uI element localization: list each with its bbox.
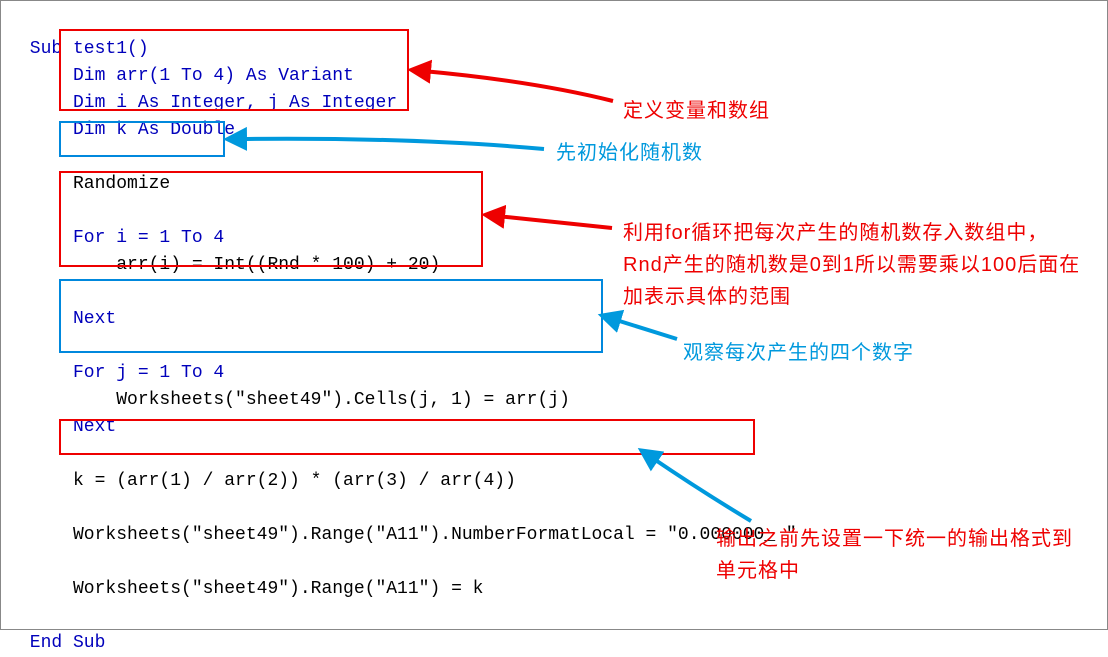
code-line: Dim i As Integer, j As Integer: [19, 93, 397, 113]
code-line: Next: [19, 309, 116, 329]
code-line: arr(i) = Int((Rnd * 100) + 20): [19, 255, 440, 275]
annotation-init-random: 先初始化随机数: [556, 137, 703, 169]
annotation-output-format: 输出之前先设置一下统一的输出格式到单元格中: [716, 523, 1076, 587]
code-line: Randomize: [19, 174, 170, 194]
annotation-for-loop: 利用for循环把每次产生的随机数存入数组中，Rnd产生的随机数是0到1所以需要乘…: [623, 217, 1083, 313]
annotation-observe: 观察每次产生的四个数字: [683, 337, 914, 369]
code-line: End Sub: [19, 633, 105, 653]
code-line: Worksheets("sheet49").Range("A11") = k: [19, 579, 483, 599]
code-line: k = (arr(1) / arr(2)) * (arr(3) / arr(4)…: [19, 471, 516, 491]
code-line: Worksheets("sheet49").Range("A11").Numbe…: [19, 525, 797, 545]
code-line: Worksheets("sheet49").Cells(j, 1) = arr(…: [19, 390, 570, 410]
code-line: For i = 1 To 4: [19, 228, 224, 248]
annotation-define-vars: 定义变量和数组: [623, 95, 770, 127]
code-line: For j = 1 To 4: [19, 363, 224, 383]
code-line: Dim k As Double: [19, 120, 235, 140]
code-line: Sub test1(): [19, 39, 149, 59]
code-line: Dim arr(1 To 4) As Variant: [19, 66, 354, 86]
code-line: Next: [19, 417, 116, 437]
